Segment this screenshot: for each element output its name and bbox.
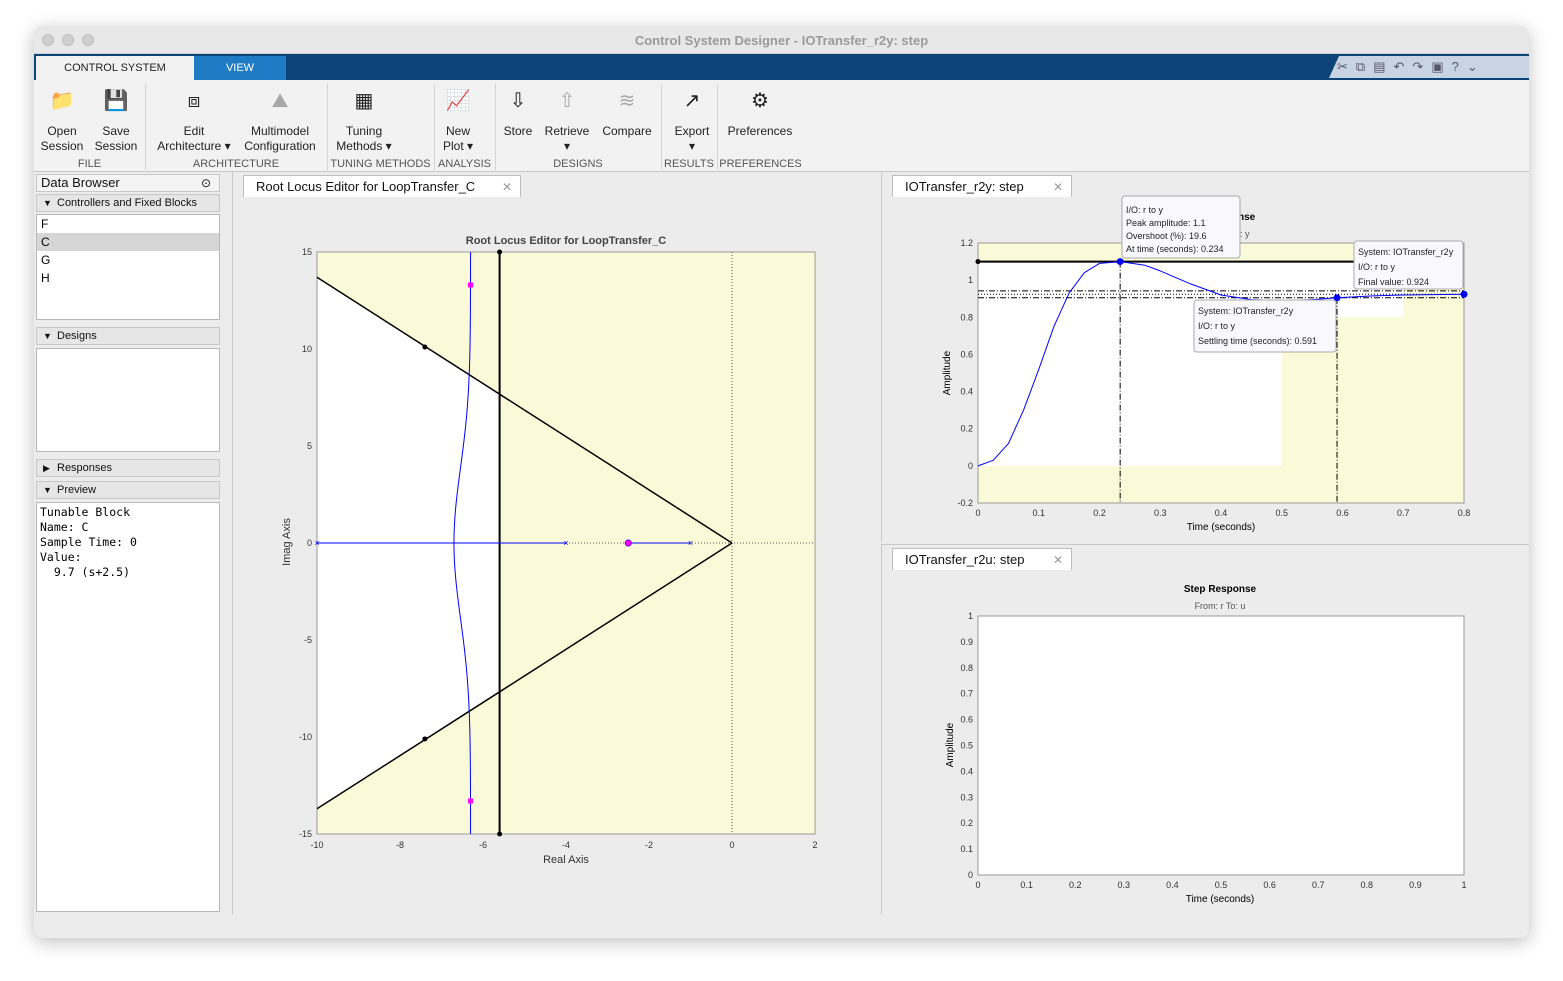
y-tick-label: 0.3 bbox=[960, 792, 973, 802]
data-tip-line: Peak amplitude: 1.1 bbox=[1126, 218, 1206, 228]
x-tick-label: -6 bbox=[479, 840, 487, 850]
y-tick-label: 0.2 bbox=[960, 818, 973, 828]
y-tick-label: 5 bbox=[307, 441, 312, 451]
axes-box bbox=[977, 615, 1465, 876]
y-tick-label: 0 bbox=[307, 538, 312, 548]
chart-title: Root Locus Editor for LoopTransfer_C bbox=[466, 235, 667, 247]
x-tick-label: 0.5 bbox=[1275, 508, 1288, 518]
y-tick-label: 1.2 bbox=[960, 238, 973, 248]
data-tip-line: At time (seconds): 0.234 bbox=[1126, 244, 1224, 254]
damping-handle bbox=[422, 344, 428, 350]
y-tick-label: 0.4 bbox=[960, 766, 973, 776]
bound-handle bbox=[497, 249, 503, 255]
final-value-marker bbox=[1460, 290, 1468, 298]
x-axis-label: Time (seconds) bbox=[1187, 522, 1256, 533]
y-tick-label: 0.8 bbox=[960, 312, 973, 322]
y-tick-label: 0.6 bbox=[960, 715, 973, 725]
peak-marker bbox=[1116, 258, 1124, 266]
data-tip-line: System: IOTransfer_r2y bbox=[1198, 306, 1294, 316]
x-tick-label: 0.7 bbox=[1397, 508, 1410, 518]
x-tick-label: 0.5 bbox=[1215, 880, 1228, 890]
x-tick-label: 2 bbox=[812, 840, 817, 850]
y-tick-label: -10 bbox=[299, 732, 312, 742]
x-tick-label: 0 bbox=[975, 508, 980, 518]
y-axis-label: Amplitude bbox=[945, 722, 956, 767]
closed-loop-pole-marker bbox=[468, 282, 474, 288]
open-loop-pole-marker: × bbox=[688, 538, 693, 548]
y-tick-label: 1 bbox=[968, 611, 973, 621]
data-tip-line: Overshoot (%): 19.6 bbox=[1126, 231, 1207, 241]
y-tick-label: -0.2 bbox=[957, 498, 973, 508]
x-tick-label: 0 bbox=[729, 840, 734, 850]
x-tick-label: -2 bbox=[645, 840, 653, 850]
y-tick-label: 0.7 bbox=[960, 689, 973, 699]
open-loop-pole-marker: × bbox=[314, 538, 319, 548]
data-tip-line: I/O: r to y bbox=[1358, 262, 1396, 272]
y-tick-label: -15 bbox=[299, 829, 312, 839]
y-tick-label: 0.4 bbox=[960, 387, 973, 397]
data-tip-line: I/O: r to y bbox=[1126, 205, 1164, 215]
x-tick-label: 0.1 bbox=[1020, 880, 1033, 890]
chart-title-fragment: nse bbox=[1238, 212, 1256, 223]
y-tick-label: 0 bbox=[968, 461, 973, 471]
chart-subtitle: From: r To: u bbox=[1195, 601, 1246, 611]
x-tick-label: 0.6 bbox=[1263, 880, 1276, 890]
y-tick-label: -5 bbox=[304, 635, 312, 645]
y-tick-label: 0.2 bbox=[960, 424, 973, 434]
x-tick-label: 0.4 bbox=[1166, 880, 1179, 890]
data-tip-line: I/O: r to y bbox=[1198, 321, 1236, 331]
x-tick-label: -4 bbox=[562, 840, 570, 850]
y-tick-label: 1 bbox=[968, 275, 973, 285]
bound-handle bbox=[975, 259, 981, 265]
data-tip-line: System: IOTransfer_r2y bbox=[1358, 247, 1454, 257]
y-tick-label: 0 bbox=[968, 870, 973, 880]
x-tick-label: 0 bbox=[975, 880, 980, 890]
y-tick-label: 0.5 bbox=[960, 741, 973, 751]
x-tick-label: 0.8 bbox=[1458, 508, 1471, 518]
y-tick-label: 10 bbox=[302, 344, 312, 354]
x-tick-label: 0.9 bbox=[1409, 880, 1422, 890]
x-tick-label: 0.8 bbox=[1361, 880, 1374, 890]
plots-layer: × ××-10 -8 -6 -4 -2 0 2-15-10-5051015Root Locus… bbox=[281, 195, 1471, 905]
x-tick-label: 0.2 bbox=[1093, 508, 1106, 518]
x-axis-label: Time (seconds) bbox=[1186, 894, 1255, 905]
x-tick-label: 0.7 bbox=[1312, 880, 1325, 890]
chart-subtitle-fragment: : y bbox=[1240, 229, 1250, 239]
x-tick-label: 0.2 bbox=[1069, 880, 1082, 890]
x-tick-label: 0.3 bbox=[1118, 880, 1131, 890]
y-tick-label: 15 bbox=[302, 247, 312, 257]
closed-loop-pole-marker bbox=[468, 798, 474, 804]
bound-handle bbox=[497, 831, 503, 837]
open-loop-pole-marker: × bbox=[563, 538, 568, 548]
x-tick-label: 1 bbox=[1461, 880, 1466, 890]
y-tick-label: 0.6 bbox=[960, 349, 973, 359]
x-tick-label: 0.1 bbox=[1032, 508, 1045, 518]
y-tick-label: 0.8 bbox=[960, 663, 973, 673]
x-tick-label: -10 bbox=[310, 840, 323, 850]
x-axis-label: Real Axis bbox=[543, 854, 589, 866]
y-axis-label: Imag Axis bbox=[281, 518, 293, 566]
y-tick-label: 0.1 bbox=[960, 844, 973, 854]
x-tick-label: 0.4 bbox=[1215, 508, 1228, 518]
y-tick-label: 0.9 bbox=[960, 637, 973, 647]
closed-loop-pole-marker bbox=[625, 540, 631, 546]
data-tip-line: Settling time (seconds): 0.591 bbox=[1198, 336, 1317, 346]
x-tick-label: 0.3 bbox=[1154, 508, 1167, 518]
data-tip-line: Final value: 0.924 bbox=[1358, 277, 1429, 287]
chart-title: Step Response bbox=[1184, 584, 1257, 595]
y-axis-label: Amplitude bbox=[942, 350, 953, 395]
damping-handle bbox=[422, 736, 428, 742]
x-tick-label: -8 bbox=[396, 840, 404, 850]
x-tick-label: 0.6 bbox=[1336, 508, 1349, 518]
